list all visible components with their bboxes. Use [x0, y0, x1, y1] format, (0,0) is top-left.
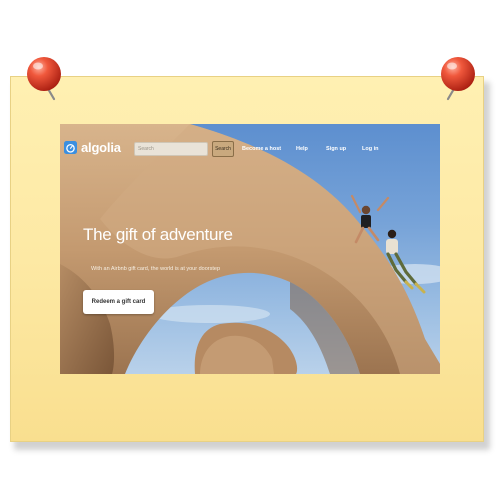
- hero-title: The gift of adventure: [83, 225, 233, 244]
- top-navigation: algolia Search Become a host Help Sign u…: [60, 124, 440, 174]
- website-screenshot: algolia Search Become a host Help Sign u…: [60, 124, 440, 374]
- pushpin-icon: [441, 57, 475, 101]
- search-button[interactable]: Search: [212, 141, 234, 157]
- pushpin-icon: [27, 57, 61, 101]
- algolia-logo[interactable]: algolia: [64, 140, 121, 155]
- nav-link-become-a-host[interactable]: Become a host: [242, 146, 281, 152]
- nav-link-help[interactable]: Help: [296, 146, 308, 152]
- nav-link-log-in[interactable]: Log in: [362, 146, 379, 152]
- search-input[interactable]: [134, 142, 208, 156]
- hero-subtitle: With an Airbnb gift card, the world is a…: [91, 266, 221, 272]
- nav-link-sign-up[interactable]: Sign up: [326, 146, 346, 152]
- redeem-gift-card-button[interactable]: Redeem a gift card: [83, 290, 154, 314]
- stopwatch-icon: [64, 141, 77, 154]
- logo-text: algolia: [81, 140, 121, 155]
